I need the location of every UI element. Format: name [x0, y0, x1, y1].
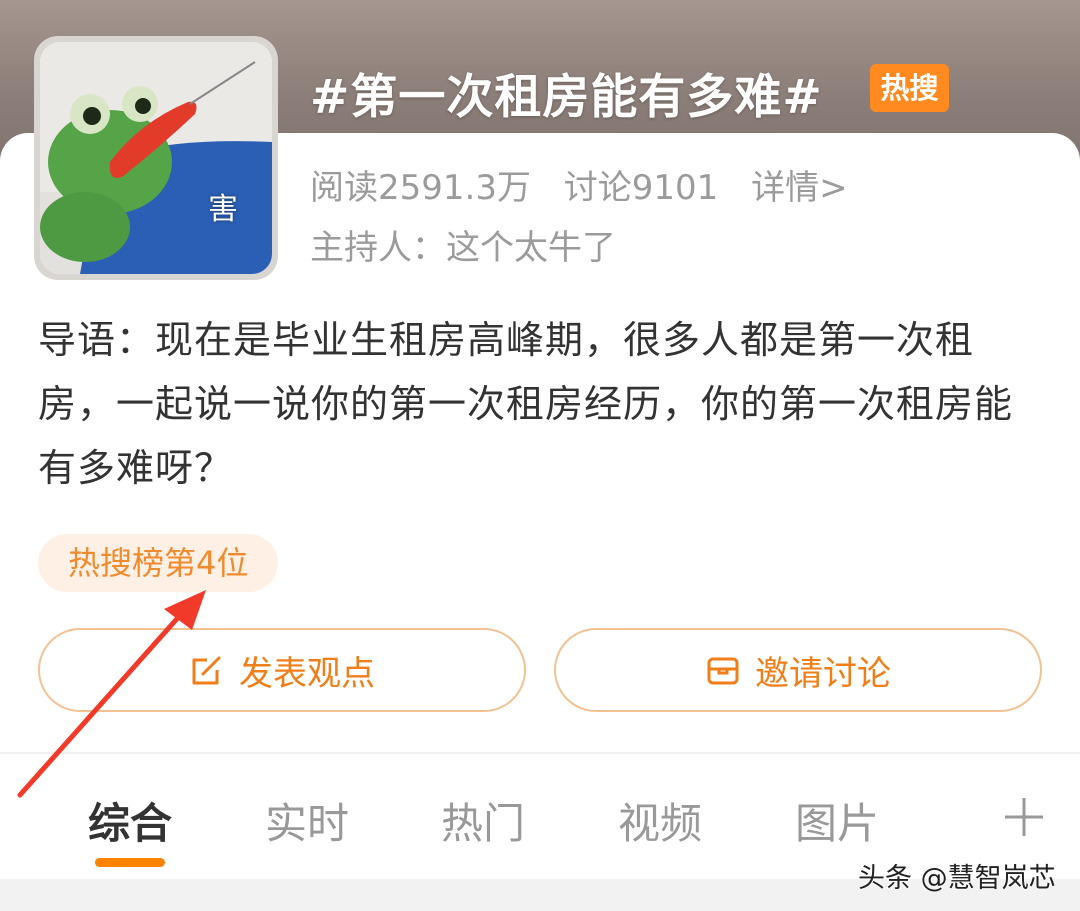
details-link[interactable]: 详情>	[751, 168, 848, 208]
read-count: 阅读2591.3万	[310, 168, 531, 208]
post-opinion-label: 发表观点	[239, 653, 375, 694]
topic-title: #第一次租房能有多难#	[310, 70, 823, 125]
envelope-icon	[707, 657, 739, 685]
frog-image: 害	[40, 42, 272, 274]
invite-discussion-label: 邀请讨论	[755, 653, 891, 694]
tab-comprehensive[interactable]: 综合	[60, 790, 200, 851]
edit-icon	[192, 656, 221, 685]
tab-video[interactable]: 视频	[590, 790, 730, 851]
topic-host[interactable]: 主持人：这个太牛了	[310, 220, 616, 269]
invite-discussion-button[interactable]: 邀请讨论	[554, 628, 1042, 712]
topic-avatar[interactable]: 害	[34, 36, 278, 280]
discussion-count: 讨论9101	[563, 168, 719, 208]
watermark: 头条 @慧智岚芯	[858, 863, 1056, 894]
tab-popular[interactable]: 热门	[413, 790, 553, 851]
post-opinion-button[interactable]: 发表观点	[38, 628, 526, 712]
hot-rank-tag[interactable]: 热搜榜第4位	[38, 534, 279, 592]
topic-stats: 阅读2591.3万 讨论9101 详情>	[310, 160, 870, 209]
tab-images[interactable]: 图片	[767, 790, 907, 851]
active-tab-indicator	[95, 858, 165, 867]
plus-icon[interactable]	[1003, 796, 1045, 838]
avatar-overlay-char: 害	[208, 192, 238, 227]
hot-badge: 热搜	[870, 64, 949, 112]
tab-realtime[interactable]: 实时	[237, 790, 377, 851]
topic-intro: 导语：现在是毕业生租房高峰期，很多人都是第一次租房，一起说一说你的第一次租房经历…	[38, 318, 1014, 490]
